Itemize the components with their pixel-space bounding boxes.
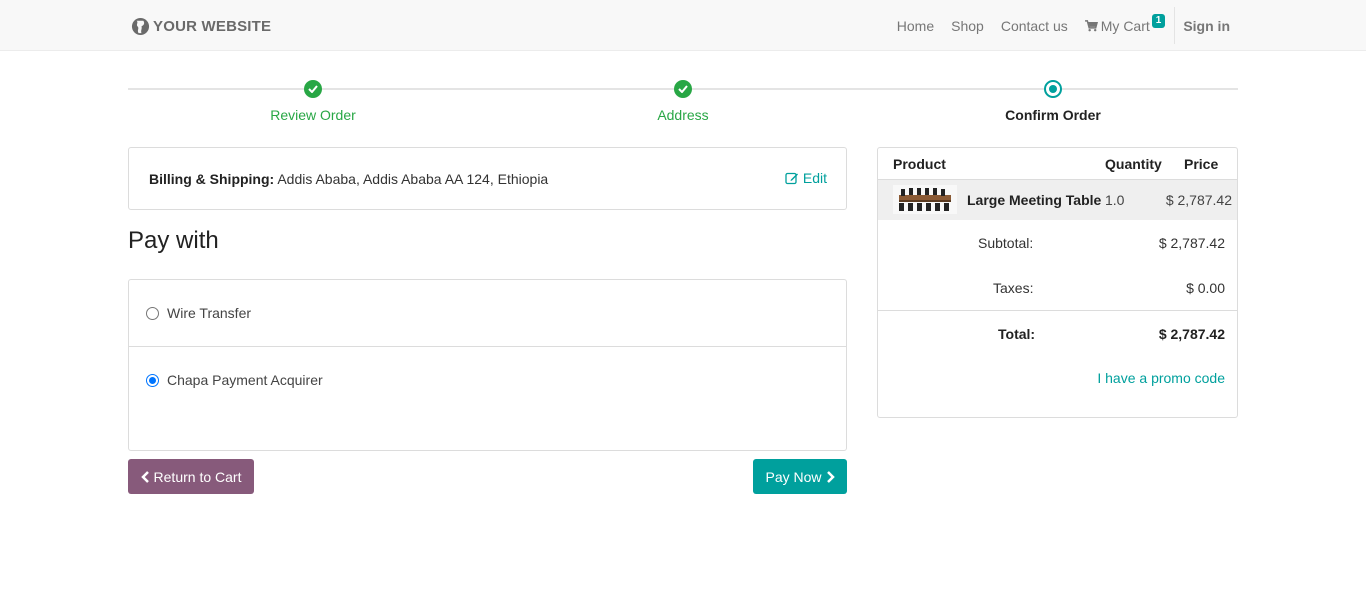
- shopping-cart-icon: [1084, 19, 1098, 31]
- order-summary-card: Product Quantity Price Large Meeting Tab…: [877, 147, 1238, 418]
- pay-now-label: Pay Now: [765, 468, 822, 485]
- pay-with-heading: Pay with: [128, 227, 219, 254]
- pay-now-button[interactable]: Pay Now: [753, 459, 847, 494]
- nav-divider: [1174, 7, 1176, 44]
- taxes-value: $ 0.00: [1186, 280, 1225, 296]
- payment-option-wire-transfer[interactable]: Wire Transfer: [129, 280, 846, 347]
- subtotal-value: $ 2,787.42: [1158, 235, 1225, 251]
- promo-code-link[interactable]: I have a promo code: [1097, 370, 1225, 386]
- wire-transfer-radio[interactable]: [146, 306, 159, 320]
- site-logo[interactable]: YOUR WEBSITE: [131, 15, 271, 37]
- step-review-order[interactable]: Review Order: [128, 80, 498, 123]
- chevron-left-icon: [140, 470, 149, 483]
- total-value: $ 2,787.42: [1158, 326, 1225, 342]
- nav-contact-link[interactable]: Contact us: [1001, 18, 1068, 34]
- sign-in-link[interactable]: Sign in: [1183, 18, 1230, 34]
- check-circle-icon: [304, 80, 322, 98]
- step-confirm-order: Confirm Order: [868, 80, 1238, 123]
- check-circle-icon: [674, 80, 692, 98]
- step-label: Address: [657, 107, 709, 123]
- step-label: Confirm Order: [1005, 107, 1101, 123]
- billing-shipping-card: Billing & Shipping: Addis Ababa, Addis A…: [128, 147, 847, 210]
- total-label: Total:: [998, 326, 1036, 342]
- summary-header-row: Product Quantity Price: [878, 148, 1237, 180]
- chapa-radio[interactable]: [146, 373, 159, 387]
- main-nav: Home Shop Contact us My Cart 1 Sign in: [880, 0, 1230, 51]
- top-navbar: YOUR WEBSITE Home Shop Contact us My Car…: [0, 0, 1366, 51]
- taxes-label: Taxes:: [993, 280, 1034, 296]
- edit-icon: [785, 172, 798, 185]
- billing-shipping-address: Billing & Shipping: Addis Ababa, Addis A…: [149, 171, 548, 187]
- chevron-right-icon: [826, 470, 835, 483]
- nav-cart-link[interactable]: My Cart 1: [1084, 13, 1166, 34]
- order-line-item: Large Meeting Table 1.0 $ 2,787.42: [878, 180, 1237, 220]
- product-price: $ 2,787.42: [1165, 192, 1232, 208]
- product-quantity: 1.0: [1105, 192, 1125, 208]
- return-to-cart-button[interactable]: Return to Cart: [128, 459, 254, 494]
- return-to-cart-label: Return to Cart: [153, 468, 242, 485]
- payment-methods-card: Wire Transfer Chapa Payment Acquirer: [128, 279, 847, 451]
- brand-name: YOUR WEBSITE: [153, 17, 272, 35]
- price-column-header: Price: [1184, 156, 1219, 172]
- edit-label: Edit: [802, 170, 827, 186]
- product-thumbnail: [893, 185, 957, 214]
- summary-divider: [878, 310, 1237, 311]
- step-label: Review Order: [270, 107, 356, 123]
- nav-home-link[interactable]: Home: [897, 18, 934, 34]
- edit-address-link[interactable]: Edit: [785, 170, 827, 186]
- product-column-header: Product: [893, 156, 946, 172]
- payment-option-label: Chapa Payment Acquirer: [167, 372, 323, 388]
- quantity-column-header: Quantity: [1105, 156, 1162, 172]
- cart-count-badge: 1: [1151, 13, 1166, 28]
- product-name: Large Meeting Table: [967, 192, 1102, 208]
- subtotal-label: Subtotal:: [978, 235, 1034, 251]
- step-address[interactable]: Address: [498, 80, 868, 123]
- current-step-dot-icon: [1044, 80, 1062, 98]
- cart-label: My Cart: [1100, 17, 1150, 34]
- address-value: Addis Ababa, Addis Ababa AA 124, Ethiopi…: [277, 171, 549, 187]
- payment-option-label: Wire Transfer: [167, 305, 252, 321]
- globe-icon: [131, 17, 150, 35]
- payment-option-chapa[interactable]: Chapa Payment Acquirer: [129, 347, 846, 413]
- nav-shop-link[interactable]: Shop: [951, 18, 984, 34]
- billing-shipping-label: Billing & Shipping:: [149, 171, 275, 187]
